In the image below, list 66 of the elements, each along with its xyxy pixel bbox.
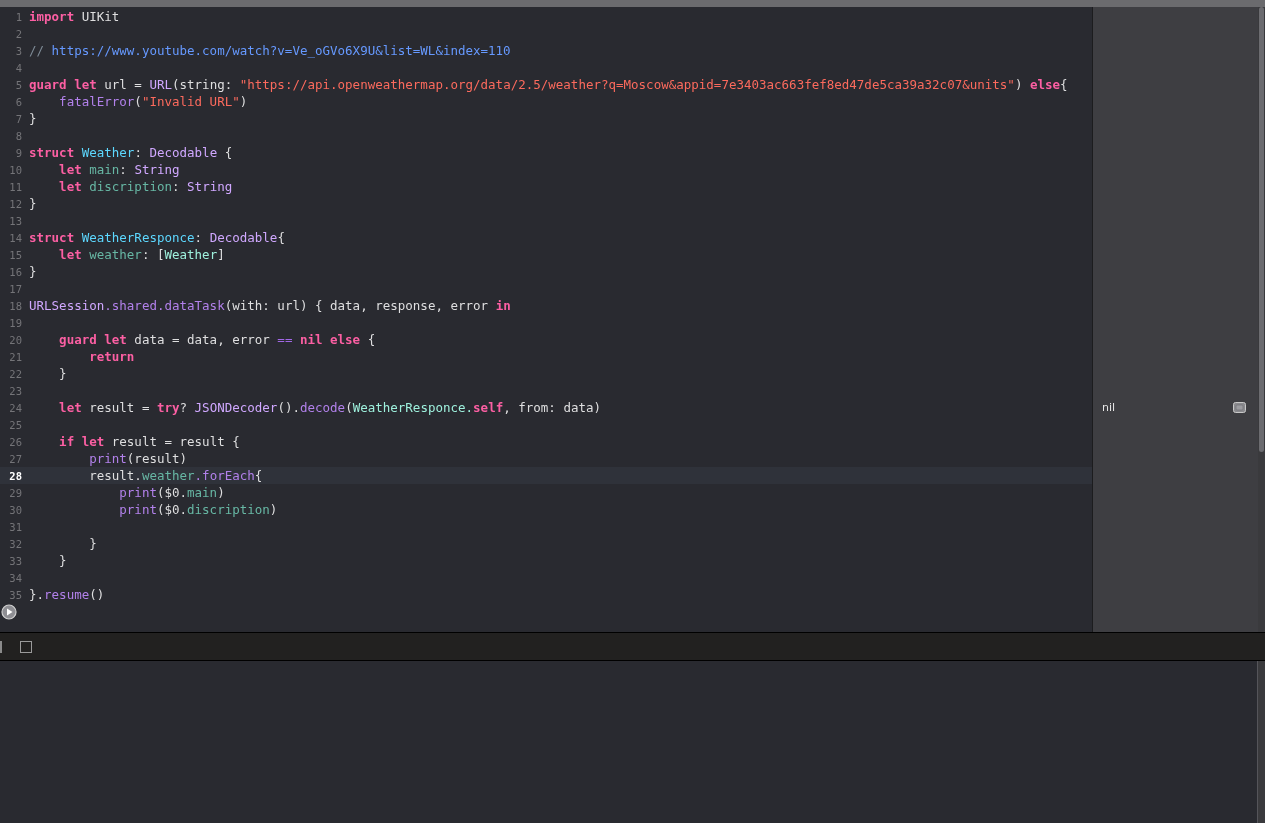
code-line: let discription: String <box>58 179 233 194</box>
line-number: 16 <box>8 265 23 278</box>
code-line: } <box>29 111 37 126</box>
code-line: }.resume() <box>29 587 105 602</box>
scrollbar[interactable] <box>1258 7 1265 632</box>
line-number: 1 <box>14 10 23 23</box>
line-number: 23 <box>8 384 23 397</box>
code-line: let result = try? JSONDecoder().decode(WeatherResponce.self, from: data) <box>58 400 602 415</box>
line-number: 34 <box>8 571 23 584</box>
code-line: struct Weather: Decodable { <box>29 145 233 160</box>
line-number: 8 <box>14 129 23 142</box>
code-line: URLSession.shared.dataTask(with: url) { data, response, error in <box>29 298 511 313</box>
code-line: } <box>29 196 37 211</box>
code-line: return <box>88 349 135 364</box>
line-number: 26 <box>8 435 23 448</box>
code-line: // https://www.youtube.com/watch?v=Ve_oGVo6X9U&list=WL&index=110 <box>29 43 511 58</box>
code-line: print($0.main) <box>118 485 225 500</box>
code-line: if let result = result { <box>58 434 240 449</box>
line-number: 30 <box>8 503 23 516</box>
line-number: 12 <box>8 197 23 210</box>
line-number: 24 <box>8 401 23 414</box>
code-line: result.weather.forEach{ <box>88 468 263 483</box>
result-value: nil <box>1102 401 1116 414</box>
code-line: fatalError("Invalid URL") <box>58 94 248 109</box>
line-number: 11 <box>8 180 23 193</box>
code-line: print($0.discription) <box>118 502 278 517</box>
code-line: } <box>58 553 67 568</box>
line-number: 27 <box>8 452 23 465</box>
line-number: 2 <box>14 27 23 40</box>
quick-look-icon[interactable] <box>1233 402 1246 413</box>
line-number: 20 <box>8 333 23 346</box>
code-line: import UIKit <box>29 9 120 24</box>
line-number: 31 <box>8 520 23 533</box>
line-number: 15 <box>8 248 23 261</box>
line-number: 35 <box>8 588 23 601</box>
run-button[interactable] <box>1 603 17 620</box>
line-number: 17 <box>8 282 23 295</box>
line-number: 21 <box>8 350 23 363</box>
line-number: 4 <box>14 61 23 74</box>
line-number: 32 <box>8 537 23 550</box>
line-number: 3 <box>14 44 23 57</box>
line-number: 25 <box>8 418 23 431</box>
scrollbar[interactable] <box>1257 661 1265 823</box>
code-line: let main: String <box>58 162 180 177</box>
line-number: 7 <box>14 112 23 125</box>
code-line: let weather: [Weather] <box>58 247 225 262</box>
line-number: 5 <box>14 78 23 91</box>
line-number: 33 <box>8 554 23 567</box>
line-number: 14 <box>8 231 23 244</box>
code-line: } <box>88 536 97 551</box>
code-line: } <box>29 264 37 279</box>
code-line: guard let url = URL(string: "https://api.openweathermap.org/data/2.5/weather?q=Moscow&appid=7e3403ac663fef8ed47de5ca39a32c07&units") else{ <box>29 77 1068 92</box>
line-number: 18 <box>8 299 23 312</box>
line-number: 13 <box>8 214 23 227</box>
square-icon[interactable] <box>20 640 32 653</box>
line-number: 19 <box>8 316 23 329</box>
line-number: 10 <box>8 163 23 176</box>
code-line: } <box>58 366 67 381</box>
line-number: 9 <box>14 146 23 159</box>
code-line: struct WeatherResponce: Decodable{ <box>29 230 285 245</box>
code-line: print(result) <box>88 451 188 466</box>
line-number: 22 <box>8 367 23 380</box>
code-line: guard let data = data, error == nil else { <box>58 332 376 347</box>
line-number: 28 <box>8 469 23 482</box>
line-number: 29 <box>8 486 23 499</box>
line-number: 6 <box>14 95 23 108</box>
